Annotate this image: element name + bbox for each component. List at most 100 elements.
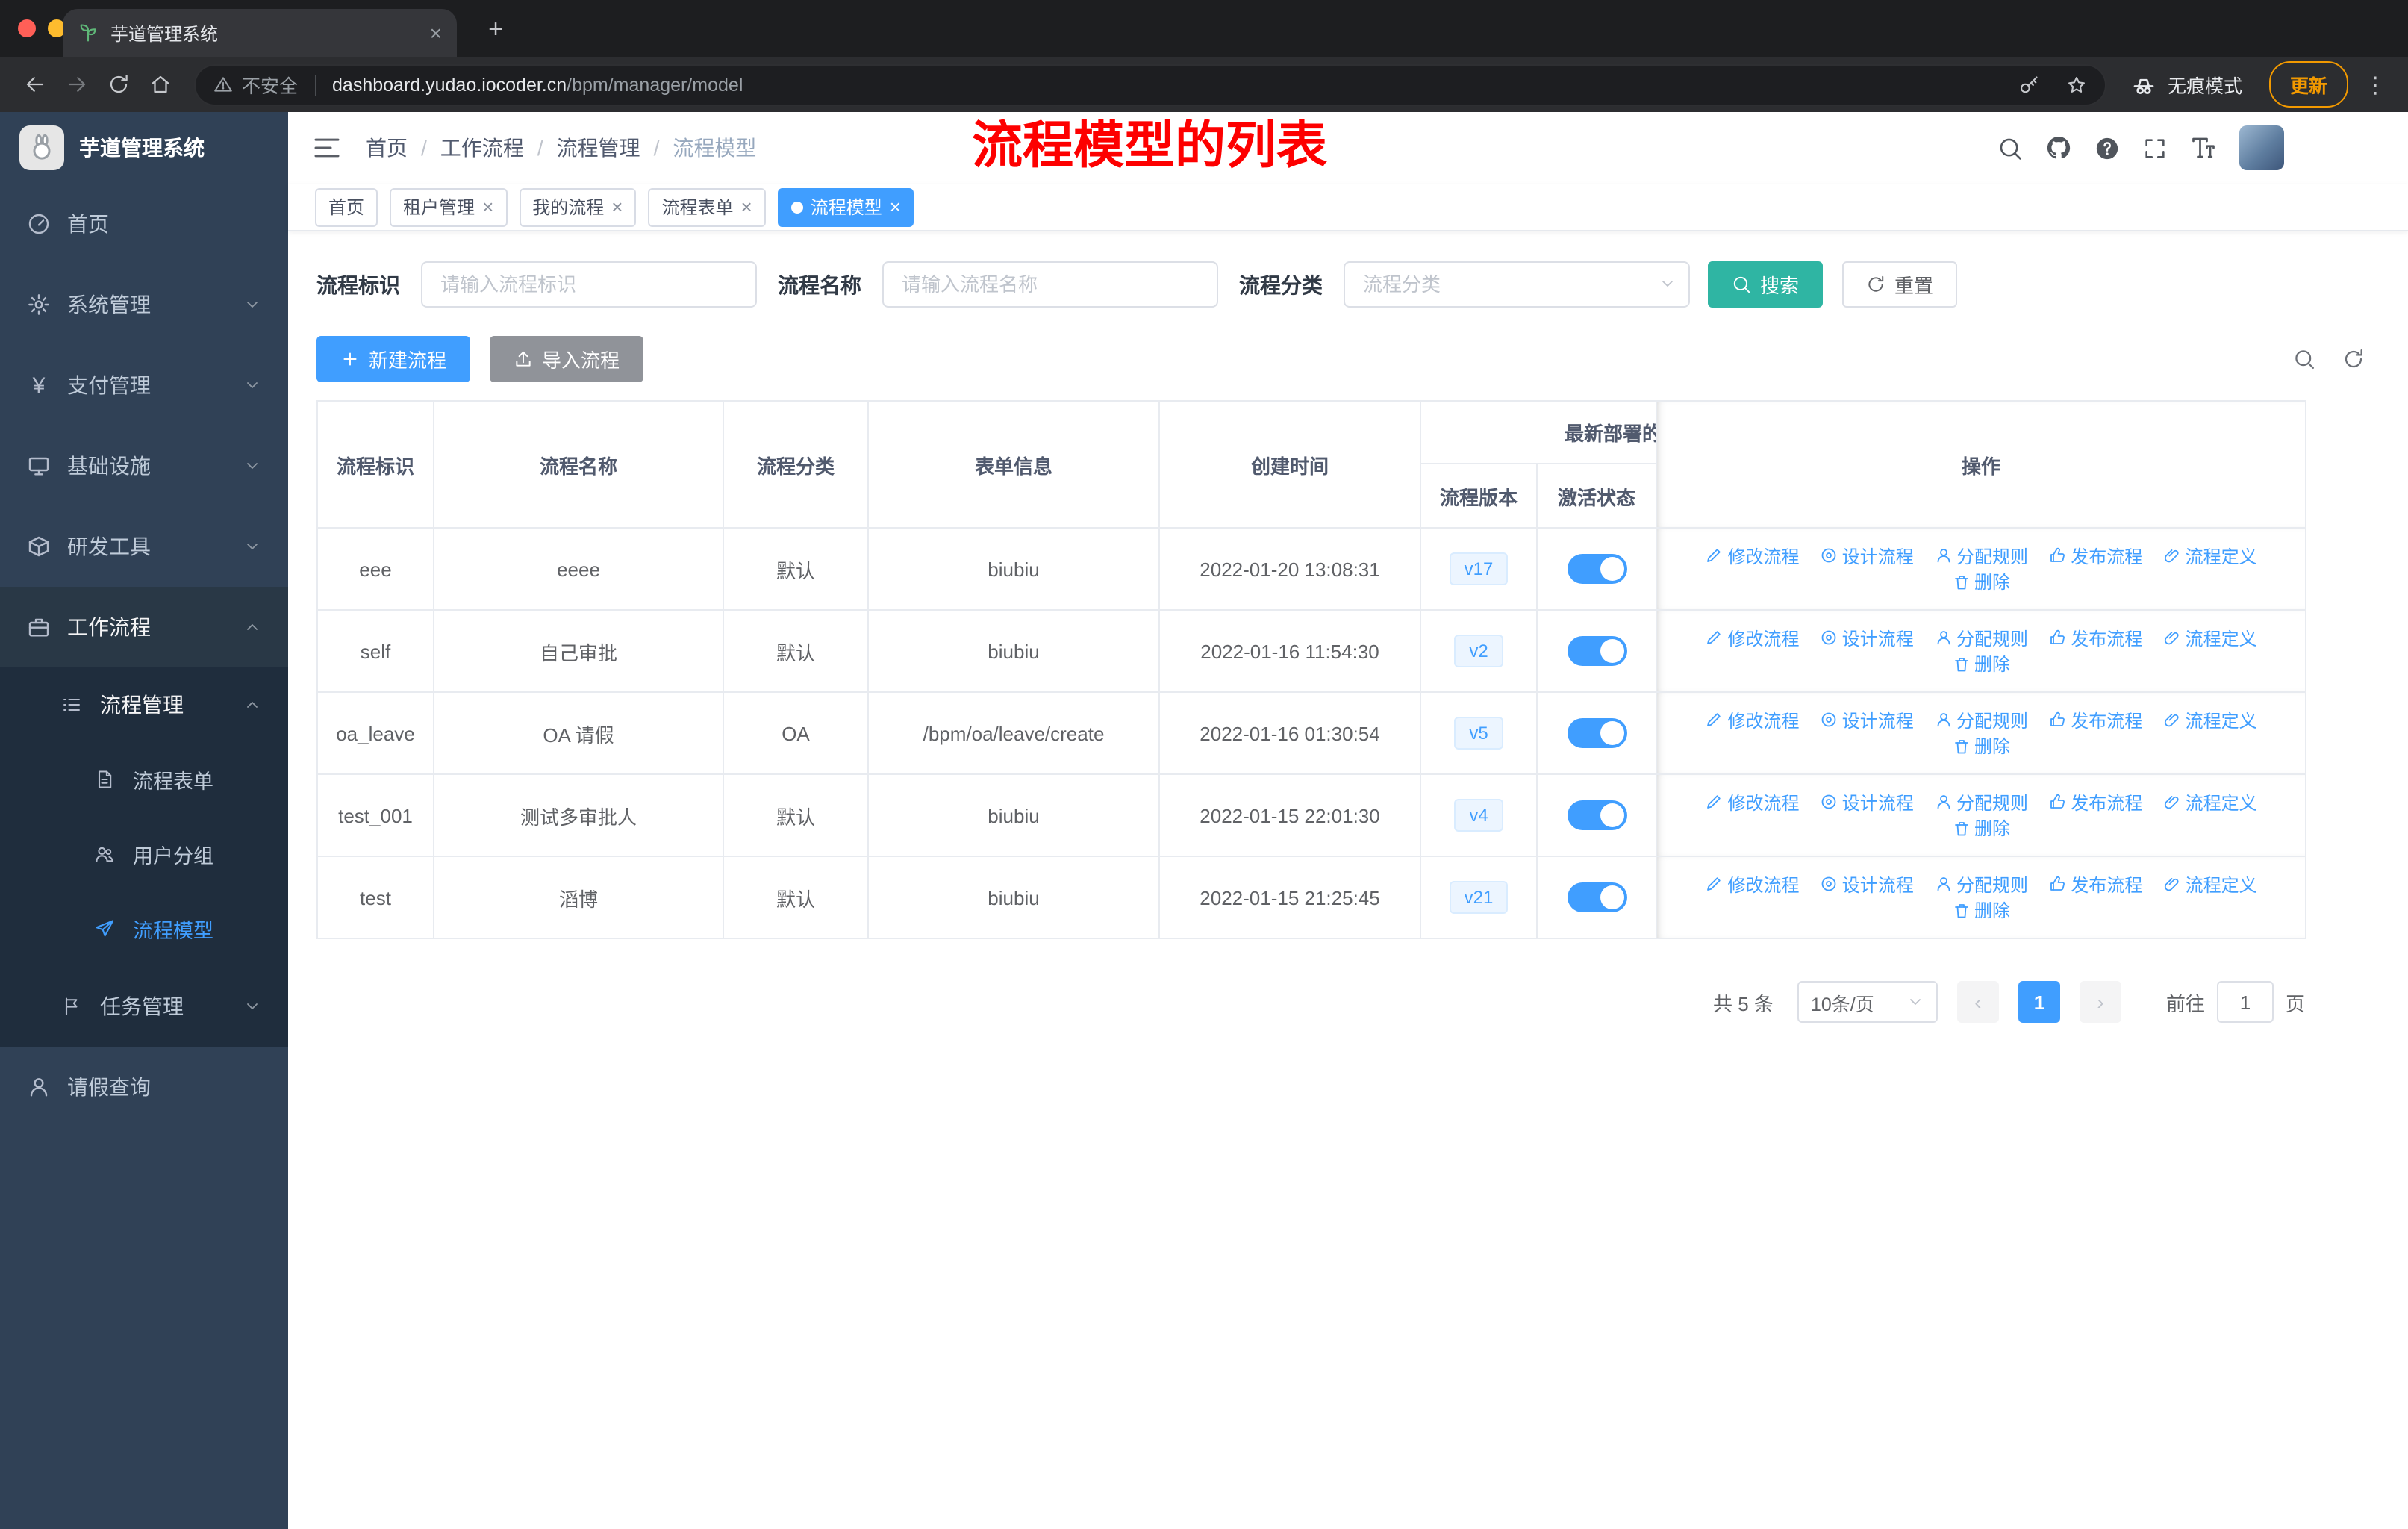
delete-link[interactable]: 删除 (1952, 897, 2010, 923)
sidebar-item-home[interactable]: 首页 (0, 184, 288, 264)
active-toggle[interactable] (1567, 636, 1626, 666)
tag-tenant-management[interactable]: 租户管理 × (390, 187, 508, 226)
process-definition-link[interactable]: 流程定义 (2163, 543, 2257, 568)
sidebar-item-workflow[interactable]: 工作流程 (0, 587, 288, 667)
form-info-link[interactable]: biubiu (867, 773, 1160, 857)
close-icon[interactable]: × (741, 197, 752, 217)
assign-rule-link[interactable]: 分配规则 (1934, 707, 2028, 732)
create-process-button[interactable]: 新建流程 (316, 336, 471, 382)
fullscreen-icon[interactable] (2142, 135, 2168, 161)
category-select[interactable] (1344, 261, 1690, 308)
sidebar-item-process-form[interactable]: 流程表单 (0, 742, 288, 817)
version-badge[interactable]: v5 (1454, 716, 1503, 750)
next-page-button[interactable]: › (2079, 981, 2121, 1023)
breadcrumb-item[interactable]: 首页 (366, 133, 408, 163)
process-name-link[interactable]: OA 请假 (433, 691, 724, 775)
process-name-link[interactable]: 自己审批 (433, 609, 724, 693)
delete-link[interactable]: 删除 (1952, 569, 2010, 594)
tag-process-form[interactable]: 流程表单 × (648, 187, 766, 226)
process-name-input[interactable] (882, 261, 1218, 308)
forward-button[interactable] (57, 65, 96, 104)
design-process-link[interactable]: 设计流程 (1820, 707, 1914, 732)
user-avatar[interactable] (2239, 125, 2284, 170)
process-definition-link[interactable]: 流程定义 (2163, 789, 2257, 815)
address-bar[interactable]: 不安全 dashboard.yudao.iocoder.cn/bpm/manag… (194, 63, 2106, 105)
design-process-link[interactable]: 设计流程 (1820, 625, 1914, 650)
prev-page-button[interactable]: ‹ (1956, 981, 1999, 1023)
search-button[interactable]: 搜索 (1708, 261, 1824, 308)
version-badge[interactable]: v2 (1454, 634, 1503, 668)
page-size-select[interactable]: 10条/页 (1797, 981, 1938, 1023)
process-key-input[interactable] (421, 261, 757, 308)
assign-rule-link[interactable]: 分配规则 (1934, 871, 2028, 897)
publish-process-link[interactable]: 发布流程 (2048, 707, 2142, 732)
help-question-icon[interactable] (2094, 135, 2120, 161)
breadcrumb-item[interactable]: 流程管理 (557, 133, 640, 163)
version-badge[interactable]: v4 (1454, 798, 1503, 832)
modify-process-link[interactable]: 修改流程 (1705, 707, 1799, 732)
close-icon[interactable]: × (890, 197, 901, 217)
active-toggle[interactable] (1567, 718, 1626, 748)
password-key-icon[interactable] (2018, 74, 2039, 95)
sidebar-item-process-management[interactable]: 流程管理 (0, 667, 288, 742)
form-info-link[interactable]: /bpm/oa/leave/create (867, 691, 1160, 775)
delete-link[interactable]: 删除 (1952, 733, 2010, 759)
form-info-link[interactable]: biubiu (867, 856, 1160, 939)
reset-button[interactable]: 重置 (1842, 261, 1958, 308)
process-name-link[interactable]: 测试多审批人 (433, 773, 724, 857)
close-icon[interactable]: × (482, 197, 493, 217)
close-window-button[interactable] (18, 19, 36, 37)
publish-process-link[interactable]: 发布流程 (2048, 543, 2142, 568)
tag-process-model[interactable]: 流程模型 × (777, 187, 914, 226)
active-toggle[interactable] (1567, 882, 1626, 912)
tag-home[interactable]: 首页 (315, 187, 378, 226)
assign-rule-link[interactable]: 分配规则 (1934, 625, 2028, 650)
tag-my-process[interactable]: 我的流程 × (519, 187, 637, 226)
delete-link[interactable]: 删除 (1952, 815, 2010, 841)
process-definition-link[interactable]: 流程定义 (2163, 625, 2257, 650)
version-badge[interactable]: v17 (1449, 552, 1509, 586)
browser-tab[interactable]: 芋道管理系统 × (63, 9, 457, 57)
process-name-link[interactable]: eeee (433, 527, 724, 611)
sidebar-item-system[interactable]: 系统管理 (0, 264, 288, 345)
breadcrumb-item[interactable]: 工作流程 (440, 133, 524, 163)
sidebar-item-payment[interactable]: ¥ 支付管理 (0, 345, 288, 426)
import-process-button[interactable]: 导入流程 (490, 336, 644, 382)
back-button[interactable] (15, 65, 54, 104)
publish-process-link[interactable]: 发布流程 (2048, 789, 2142, 815)
close-icon[interactable]: × (611, 197, 623, 217)
browser-menu-icon[interactable]: ⋮ (2363, 71, 2387, 98)
sidebar-item-task-management[interactable]: 任务管理 (0, 966, 288, 1047)
hamburger-menu-icon[interactable] (312, 133, 342, 163)
tab-close-icon[interactable]: × (430, 22, 442, 43)
modify-process-link[interactable]: 修改流程 (1705, 789, 1799, 815)
sidebar-item-user-group[interactable]: 用户分组 (0, 817, 288, 891)
home-button[interactable] (140, 65, 179, 104)
publish-process-link[interactable]: 发布流程 (2048, 625, 2142, 650)
modify-process-link[interactable]: 修改流程 (1705, 871, 1799, 897)
process-definition-link[interactable]: 流程定义 (2163, 707, 2257, 732)
process-name-link[interactable]: 滔博 (433, 856, 724, 939)
browser-update-button[interactable]: 更新 (2268, 61, 2348, 108)
modify-process-link[interactable]: 修改流程 (1705, 625, 1799, 650)
form-info-link[interactable]: biubiu (867, 609, 1160, 693)
sidebar-item-devtools[interactable]: 研发工具 (0, 506, 288, 587)
bookmark-star-icon[interactable] (2066, 74, 2087, 95)
process-definition-link[interactable]: 流程定义 (2163, 871, 2257, 897)
sidebar-item-infrastructure[interactable]: 基础设施 (0, 426, 288, 506)
font-size-icon[interactable] (2190, 134, 2217, 161)
assign-rule-link[interactable]: 分配规则 (1934, 789, 2028, 815)
sidebar-item-leave-query[interactable]: 请假查询 (0, 1047, 288, 1127)
github-icon[interactable] (2045, 134, 2072, 161)
reload-button[interactable] (99, 65, 137, 104)
new-tab-button[interactable]: + (478, 12, 514, 48)
refresh-table-icon[interactable] (2342, 348, 2365, 370)
delete-link[interactable]: 删除 (1952, 651, 2010, 676)
search-toggle-icon[interactable] (2293, 348, 2315, 370)
active-toggle[interactable] (1567, 554, 1626, 584)
design-process-link[interactable]: 设计流程 (1820, 789, 1914, 815)
sidebar-item-process-model[interactable]: 流程模型 (0, 891, 288, 966)
assign-rule-link[interactable]: 分配规则 (1934, 543, 2028, 568)
page-number-button[interactable]: 1 (2018, 981, 2060, 1023)
goto-page-input[interactable] (2216, 981, 2274, 1023)
